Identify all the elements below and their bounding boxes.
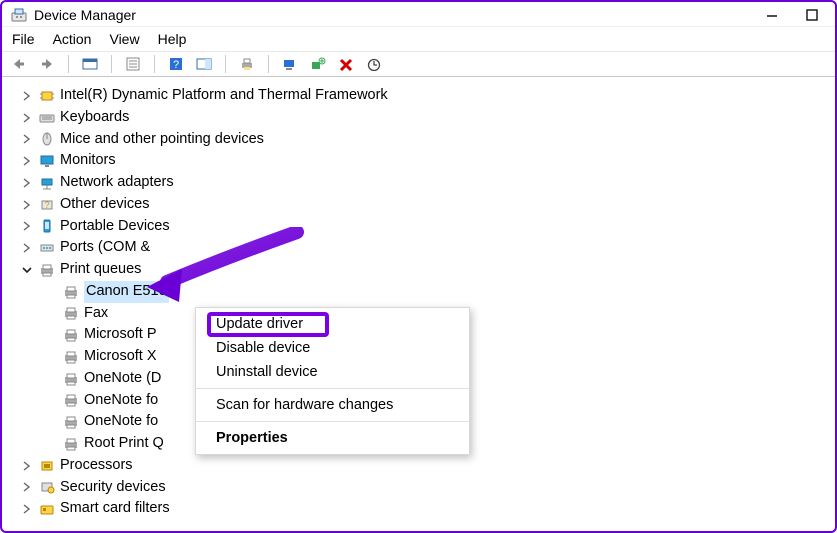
tree-label: OneNote (D — [84, 368, 161, 390]
update-driver-icon[interactable] — [365, 55, 383, 73]
chevron-right-icon[interactable] — [20, 154, 34, 168]
cpu-icon — [38, 458, 56, 474]
help-icon[interactable]: ? — [167, 55, 185, 73]
window-title: Device Manager — [34, 7, 136, 23]
maximize-button[interactable] — [803, 6, 821, 24]
context-menu: Update driver Disable device Uninstall d… — [195, 307, 470, 455]
show-hide-console-icon[interactable] — [81, 55, 99, 73]
chevron-right-icon[interactable] — [20, 176, 34, 190]
chip-icon — [38, 88, 56, 104]
tree-node-smartcard[interactable]: Smart card filters — [20, 498, 835, 518]
tree-label: Root Print Q — [84, 433, 164, 455]
tree-node-ports[interactable]: Ports (COM & — [20, 237, 835, 259]
menu-file[interactable]: File — [12, 31, 35, 47]
tree-label: Mice and other pointing devices — [60, 129, 264, 151]
tree-node-keyboards[interactable]: Keyboards — [20, 107, 835, 129]
printer-icon — [62, 414, 80, 430]
ctx-scan-hardware[interactable]: Scan for hardware changes — [196, 393, 469, 417]
minimize-button[interactable] — [763, 6, 781, 24]
printer-icon — [62, 392, 80, 408]
chevron-right-icon[interactable] — [20, 111, 34, 125]
tree-label: Processors — [60, 455, 133, 477]
tree-label: OneNote fo — [84, 411, 158, 433]
chevron-right-icon[interactable] — [20, 241, 34, 255]
ctx-uninstall-device[interactable]: Uninstall device — [196, 360, 469, 384]
printer-icon — [62, 327, 80, 343]
tree-node-intel[interactable]: Intel(R) Dynamic Platform and Thermal Fr… — [20, 85, 835, 107]
portable-device-icon — [38, 218, 56, 234]
printer-icon — [62, 436, 80, 452]
other-devices-icon: ? — [38, 197, 56, 213]
chevron-right-icon[interactable] — [20, 198, 34, 212]
smartcard-icon — [38, 501, 56, 517]
action-pane-icon[interactable] — [195, 55, 213, 73]
chevron-right-icon[interactable] — [20, 480, 34, 494]
printer-icon — [62, 305, 80, 321]
tree-node-other[interactable]: ? Other devices — [20, 194, 835, 216]
menu-bar: File Action View Help — [2, 27, 835, 52]
chevron-down-icon[interactable] — [20, 263, 34, 277]
svg-text:?: ? — [173, 59, 179, 71]
keyboard-icon — [38, 110, 56, 126]
tree-label: Fax — [84, 303, 108, 325]
tree-node-print-queues[interactable]: Print queues — [20, 259, 835, 281]
printer-icon — [62, 284, 80, 300]
device-manager-window: Device Manager File Action View Help ? — [0, 0, 837, 533]
tree-label: Monitors — [60, 150, 116, 172]
tree-label: Security devices — [60, 477, 166, 499]
printer-icon — [38, 262, 56, 278]
ctx-properties[interactable]: Properties — [196, 426, 469, 450]
tree-node-security[interactable]: Security devices — [20, 477, 835, 499]
mouse-icon — [38, 131, 56, 147]
chevron-right-icon[interactable] — [20, 89, 34, 103]
tree-label: Network adapters — [60, 172, 174, 194]
printer-icon — [62, 349, 80, 365]
menu-view[interactable]: View — [109, 31, 139, 47]
tree-label: OneNote fo — [84, 390, 158, 412]
add-hardware-icon[interactable] — [309, 55, 327, 73]
title-bar: Device Manager — [2, 2, 835, 27]
tree-label: Canon E510 — [84, 281, 169, 303]
app-icon — [10, 7, 28, 23]
ctx-update-driver[interactable]: Update driver — [196, 312, 469, 336]
tree-label: Portable Devices — [60, 216, 170, 238]
tree-node-canon[interactable]: Canon E510 — [62, 281, 835, 303]
tree-node-mice[interactable]: Mice and other pointing devices — [20, 129, 835, 151]
chevron-right-icon[interactable] — [20, 132, 34, 146]
tree-label: Intel(R) Dynamic Platform and Thermal Fr… — [60, 85, 388, 107]
toolbar: ? — [2, 52, 835, 77]
tree-label: Microsoft X — [84, 346, 157, 368]
tree-node-network[interactable]: Network adapters — [20, 172, 835, 194]
scan-hardware-icon[interactable] — [281, 55, 299, 73]
tree-label: Keyboards — [60, 107, 129, 129]
svg-text:?: ? — [44, 200, 49, 210]
chevron-right-icon[interactable] — [20, 502, 34, 516]
tree-label: Other devices — [60, 194, 149, 216]
chevron-right-icon[interactable] — [20, 459, 34, 473]
port-icon — [38, 240, 56, 256]
menu-action[interactable]: Action — [53, 31, 92, 47]
network-icon — [38, 175, 56, 191]
tree-node-processors[interactable]: Processors — [20, 455, 835, 477]
back-icon[interactable] — [10, 55, 28, 73]
tree-label: Ports (COM & — [60, 237, 150, 259]
menu-help[interactable]: Help — [158, 31, 187, 47]
properties-icon[interactable] — [124, 55, 142, 73]
chevron-right-icon[interactable] — [20, 219, 34, 233]
uninstall-icon[interactable] — [337, 55, 355, 73]
tree-label: Print queues — [60, 259, 141, 281]
ctx-disable-device[interactable]: Disable device — [196, 336, 469, 360]
security-icon — [38, 479, 56, 495]
tree-node-portable[interactable]: Portable Devices — [20, 216, 835, 238]
forward-icon[interactable] — [38, 55, 56, 73]
tree-label: Microsoft P — [84, 324, 157, 346]
printer-icon — [62, 371, 80, 387]
print-icon[interactable] — [238, 55, 256, 73]
tree-node-monitors[interactable]: Monitors — [20, 150, 835, 172]
monitor-icon — [38, 153, 56, 169]
tree-label: Smart card filters — [60, 498, 170, 518]
